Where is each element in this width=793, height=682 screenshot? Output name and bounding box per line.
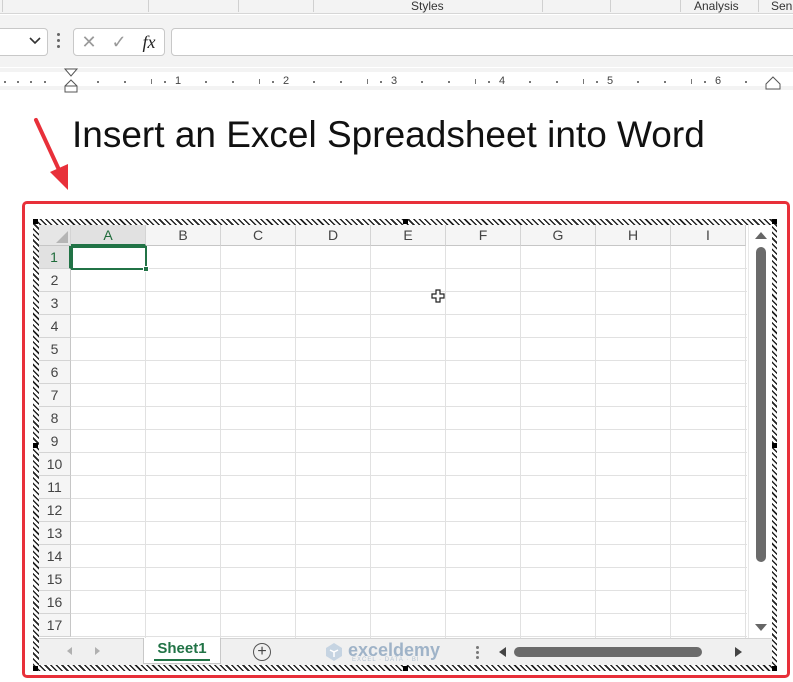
ribbon-group-styles[interactable]: Styles [411, 0, 444, 12]
watermark-logo: exceldemy EXCEL · DATA · BI [324, 640, 474, 664]
row-header[interactable]: 16 [39, 591, 71, 614]
fill-handle[interactable] [143, 266, 149, 272]
ruler-number: 6 [715, 75, 722, 87]
scroll-left-icon[interactable] [499, 647, 506, 657]
sheet-tab-label: Sheet1 [157, 640, 207, 657]
resize-handle[interactable] [33, 443, 38, 448]
select-all-button[interactable] [39, 225, 71, 246]
row-header[interactable]: 15 [39, 568, 71, 591]
column-header-a[interactable]: A [71, 225, 146, 246]
ruler-number: 5 [607, 75, 614, 87]
ruler-number: 2 [283, 75, 290, 87]
sheet-nav-right-icon[interactable] [95, 647, 100, 655]
row-header[interactable]: 9 [39, 430, 71, 453]
row-header[interactable]: 8 [39, 407, 71, 430]
name-box[interactable] [0, 28, 48, 56]
row-header[interactable]: 7 [39, 384, 71, 407]
ribbon-separator [758, 0, 759, 12]
resize-handle[interactable] [772, 666, 777, 671]
formula-input[interactable] [171, 28, 793, 56]
formula-buttons: ✕ ✓ fx [73, 28, 165, 56]
indent-marker-icon[interactable] [63, 68, 79, 94]
row-header[interactable]: 11 [39, 476, 71, 499]
ruler-number: 1 [175, 75, 182, 87]
active-cell-a1[interactable] [71, 246, 147, 270]
column-header-f[interactable]: F [446, 225, 521, 246]
ribbon-separator [2, 0, 3, 12]
row-header[interactable]: 3 [39, 292, 71, 315]
document-heading: Insert an Excel Spreadsheet into Word [72, 114, 705, 155]
cell-grid[interactable] [71, 246, 747, 638]
cursor-cross-icon [431, 289, 445, 303]
sheet-tab-bar: Sheet1 + exceldemy EXCEL · DATA · BI [39, 638, 772, 665]
column-header-e[interactable]: E [371, 225, 446, 246]
row-header[interactable]: 17 [39, 614, 71, 637]
ruler: 1 2 3 4 5 6 [0, 68, 793, 93]
horizontal-scroll-thumb[interactable] [514, 647, 702, 657]
resize-handle[interactable] [33, 666, 38, 671]
ruler-number: 4 [499, 75, 506, 87]
ribbon-separator [313, 0, 314, 12]
right-indent-marker-icon[interactable] [765, 76, 781, 90]
cancel-icon[interactable]: ✕ [76, 31, 102, 53]
watermark-tagline: EXCEL · DATA · BI [352, 657, 420, 663]
row-header[interactable]: 4 [39, 315, 71, 338]
vertical-scroll-thumb[interactable] [756, 247, 766, 562]
row-header[interactable]: 2 [39, 269, 71, 292]
row-header[interactable]: 12 [39, 499, 71, 522]
vertical-scrollbar[interactable] [748, 225, 772, 638]
row-header[interactable]: 10 [39, 453, 71, 476]
tab-splitter-icon[interactable] [476, 646, 479, 661]
resize-handle[interactable] [33, 219, 38, 224]
column-header-b[interactable]: B [146, 225, 221, 246]
scroll-down-icon[interactable] [755, 624, 767, 631]
ribbon-separator [542, 0, 543, 12]
exceldemy-logo-icon [326, 643, 342, 661]
function-icon[interactable]: fx [136, 31, 162, 53]
formula-bar: ✕ ✓ fx [0, 15, 793, 67]
sheet-tab-sheet1[interactable]: Sheet1 [143, 638, 221, 664]
add-sheet-icon[interactable]: + [253, 643, 271, 661]
sheet-nav-left-icon[interactable] [67, 647, 72, 655]
scroll-up-icon[interactable] [755, 232, 767, 239]
scroll-right-icon[interactable] [735, 647, 742, 657]
row-header[interactable]: 5 [39, 338, 71, 361]
resize-handle[interactable] [403, 219, 408, 224]
chevron-down-icon[interactable] [29, 33, 41, 49]
column-header-g[interactable]: G [521, 225, 596, 246]
column-header-c[interactable]: C [221, 225, 296, 246]
row-header[interactable]: 14 [39, 545, 71, 568]
embedded-spreadsheet: A B C D E F G H I 1 2 3 4 5 6 7 8 9 10 1… [39, 225, 772, 665]
row-header[interactable]: 13 [39, 522, 71, 545]
red-arrow-icon [34, 118, 68, 190]
resize-handle[interactable] [772, 219, 777, 224]
resize-handle[interactable] [403, 666, 408, 671]
enter-icon[interactable]: ✓ [106, 31, 132, 53]
ribbon-group-sensitivity[interactable]: Sen [771, 0, 792, 12]
row-header[interactable]: 1 [39, 246, 71, 269]
resize-handle[interactable] [772, 443, 777, 448]
ribbon-separator [610, 0, 611, 12]
column-header-h[interactable]: H [596, 225, 671, 246]
ribbon-separator [148, 0, 149, 12]
ribbon-separator [680, 0, 681, 12]
ribbon-group-analysis[interactable]: Analysis [694, 0, 739, 12]
column-header-d[interactable]: D [296, 225, 371, 246]
row-header[interactable]: 6 [39, 361, 71, 384]
word-window: Styles Analysis Sen ✕ ✓ fx 1 2 3 4 5 6 I… [0, 0, 793, 682]
column-header-i[interactable]: I [671, 225, 746, 246]
ruler-strip: 1 2 3 4 5 6 [0, 72, 793, 87]
ribbon-group-labels: Styles Analysis Sen [0, 0, 793, 14]
ribbon-separator [238, 0, 239, 12]
ruler-number: 3 [391, 75, 398, 87]
formula-bar-grip-icon[interactable] [57, 33, 61, 51]
